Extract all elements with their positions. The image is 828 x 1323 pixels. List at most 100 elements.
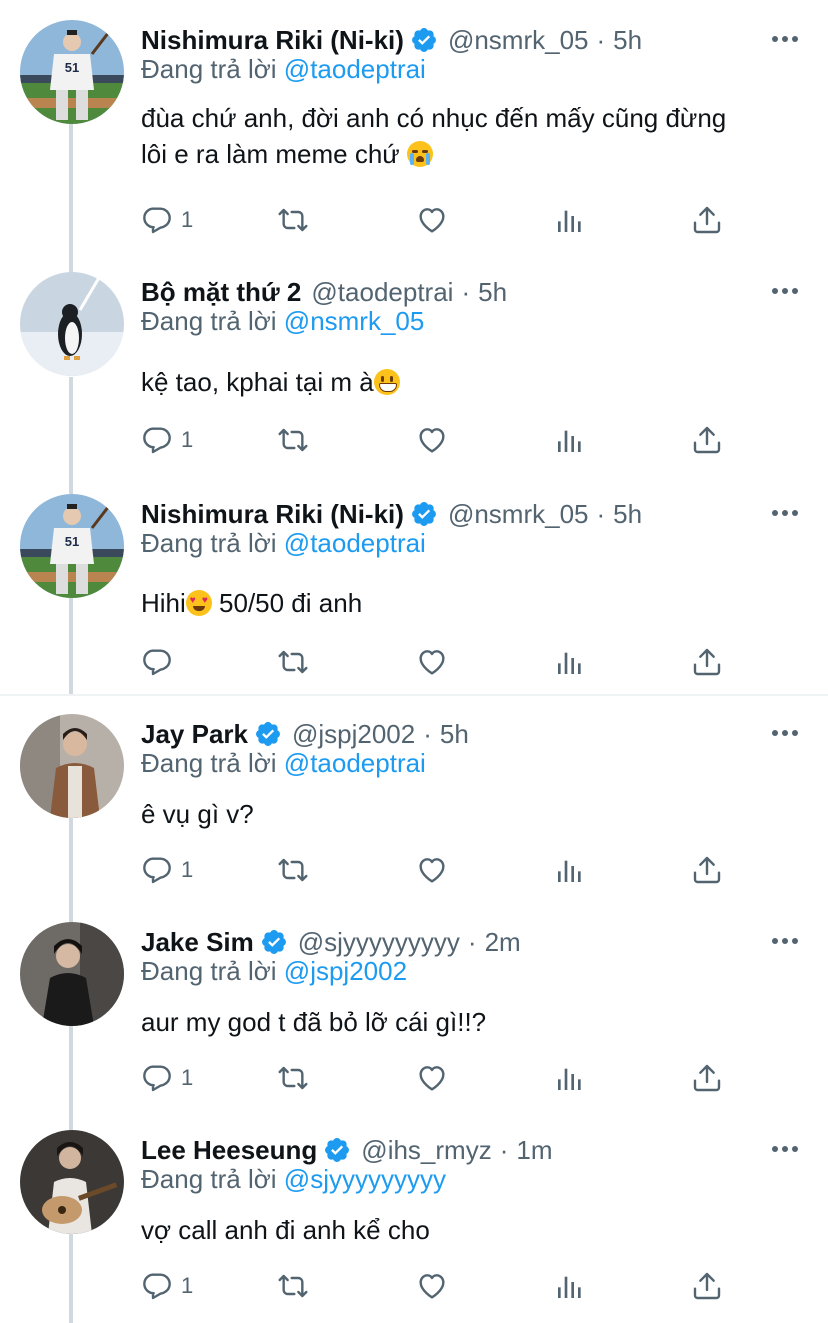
share-button[interactable] <box>691 852 723 888</box>
reply-prefix: Đang trả lời <box>141 956 277 986</box>
retweet-icon <box>277 646 309 678</box>
retweet-icon <box>277 854 309 886</box>
analytics-button[interactable] <box>554 202 586 238</box>
timestamp[interactable]: 1m <box>516 1135 552 1166</box>
share-button[interactable] <box>691 644 723 680</box>
verified-badge-icon <box>260 928 288 956</box>
analytics-button[interactable] <box>554 644 586 680</box>
reply-mention-link[interactable]: @taodeptrai <box>284 54 426 84</box>
avatar[interactable] <box>20 272 124 376</box>
avatar[interactable] <box>20 922 124 1026</box>
avatar[interactable]: 51 <box>20 20 124 124</box>
more-options-icon[interactable] <box>772 1136 798 1162</box>
retweet-button[interactable] <box>277 644 309 680</box>
reply-button[interactable]: 1 <box>141 1268 193 1304</box>
author-handle[interactable]: @nsmrk_05 <box>448 499 589 530</box>
avatar[interactable]: 51 <box>20 494 124 598</box>
stats-icon <box>554 1270 586 1302</box>
reply-count: 1 <box>181 1273 194 1298</box>
tweet-text-line: aur my god t đã bỏ lỡ cái gì!!? <box>141 1007 487 1037</box>
like-button[interactable] <box>416 852 448 888</box>
share-icon <box>691 646 723 678</box>
tweet-actions: 1 <box>141 1268 741 1308</box>
tweet-text-line: đùa chứ anh, đời anh có nhục đến mấy cũn… <box>141 103 727 133</box>
author-handle[interactable]: @taodeptrai <box>311 277 453 308</box>
reply-button[interactable]: 1 <box>141 1060 193 1096</box>
share-button[interactable] <box>691 202 723 238</box>
reply-count: 1 <box>181 1065 194 1090</box>
author-handle[interactable]: @nsmrk_05 <box>448 25 589 56</box>
like-button[interactable] <box>416 1268 448 1304</box>
share-icon <box>691 1062 723 1094</box>
tweet-text: Hihi ♥ ♥ 50/50 đi anh <box>141 585 811 621</box>
author-handle[interactable]: @jspj2002 <box>292 719 415 750</box>
share-button[interactable] <box>691 422 723 458</box>
reply-mention-link[interactable]: @sjyyyyyyyyy <box>284 1164 446 1194</box>
author-handle[interactable]: @sjyyyyyyyyy <box>298 927 460 958</box>
reply-mention-link[interactable]: @nsmrk_05 <box>284 306 425 336</box>
timestamp[interactable]: 5h <box>613 499 642 530</box>
timestamp[interactable]: 5h <box>613 25 642 56</box>
grinning-face-emoji-icon <box>373 369 400 395</box>
tweet-item[interactable]: Lee Heeseung @ihs_rmyz · 1m Đang trả lời… <box>0 1130 828 1320</box>
reply-mention-link[interactable]: @taodeptrai <box>284 528 426 558</box>
author-name[interactable]: Jake Sim <box>141 927 254 958</box>
more-options-icon[interactable] <box>772 26 798 52</box>
avatar[interactable] <box>20 1130 124 1234</box>
analytics-button[interactable] <box>554 1268 586 1304</box>
svg-text:51: 51 <box>65 534 79 549</box>
timestamp[interactable]: 5h <box>440 719 469 750</box>
like-button[interactable] <box>416 202 448 238</box>
tweet-item[interactable]: Bộ mặt thứ 2 @taodeptrai · 5h Đang trả l… <box>0 272 828 487</box>
replying-to: Đang trả lời @taodeptrai <box>141 54 426 85</box>
share-icon <box>691 854 723 886</box>
tweet-item[interactable]: Jake Sim @sjyyyyyyyyy · 2m Đang trả lời … <box>0 922 828 1112</box>
retweet-button[interactable] <box>277 852 309 888</box>
retweet-button[interactable] <box>277 1060 309 1096</box>
separator-dot: · <box>423 718 432 749</box>
heart-icon <box>416 1270 448 1302</box>
retweet-button[interactable] <box>277 422 309 458</box>
author-name[interactable]: Bộ mặt thứ 2 <box>141 277 301 308</box>
reply-button[interactable]: 1 <box>141 852 193 888</box>
tweet-text-line: kệ tao, kphai tại m à <box>141 367 374 397</box>
reply-button[interactable]: 1 <box>141 422 193 458</box>
reply-icon <box>141 854 173 886</box>
reply-button[interactable] <box>141 644 173 680</box>
analytics-button[interactable] <box>554 422 586 458</box>
retweet-button[interactable] <box>277 202 309 238</box>
retweet-button[interactable] <box>277 1268 309 1304</box>
reply-button[interactable]: 1 <box>141 202 193 238</box>
more-options-icon[interactable] <box>772 278 798 304</box>
author-handle[interactable]: @ihs_rmyz <box>361 1135 491 1166</box>
conversation-divider <box>0 694 828 696</box>
replying-to: Đang trả lời @nsmrk_05 <box>141 306 424 337</box>
replying-to: Đang trả lời @jspj2002 <box>141 956 407 987</box>
more-options-icon[interactable] <box>772 720 798 746</box>
timestamp[interactable]: 2m <box>485 927 521 958</box>
analytics-button[interactable] <box>554 1060 586 1096</box>
share-button[interactable] <box>691 1268 723 1304</box>
author-name[interactable]: Lee Heeseung <box>141 1135 317 1166</box>
like-button[interactable] <box>416 1060 448 1096</box>
avatar[interactable] <box>20 714 124 818</box>
author-name[interactable]: Jay Park <box>141 719 248 750</box>
reply-prefix: Đang trả lời <box>141 306 277 336</box>
tweet-item[interactable]: Jay Park @jspj2002 · 5h Đang trả lời @ta… <box>0 714 828 904</box>
analytics-button[interactable] <box>554 852 586 888</box>
timestamp[interactable]: 5h <box>478 277 507 308</box>
reply-count: 1 <box>181 427 194 452</box>
retweet-icon <box>277 204 309 236</box>
like-button[interactable] <box>416 422 448 458</box>
like-button[interactable] <box>416 644 448 680</box>
reply-mention-link[interactable]: @jspj2002 <box>284 956 407 986</box>
replying-to: Đang trả lời @taodeptrai <box>141 748 426 779</box>
author-name[interactable]: Nishimura Riki (Ni-ki) <box>141 499 404 530</box>
tweet-item[interactable]: 51 Nishimura Riki (Ni-ki) @nsmrk_05 · 5h… <box>0 20 828 260</box>
tweet-item[interactable]: 51 Nishimura Riki (Ni-ki) @nsmrk_05 · 5h… <box>0 494 828 694</box>
author-name[interactable]: Nishimura Riki (Ni-ki) <box>141 25 404 56</box>
more-options-icon[interactable] <box>772 500 798 526</box>
reply-mention-link[interactable]: @taodeptrai <box>284 748 426 778</box>
share-button[interactable] <box>691 1060 723 1096</box>
more-options-icon[interactable] <box>772 928 798 954</box>
